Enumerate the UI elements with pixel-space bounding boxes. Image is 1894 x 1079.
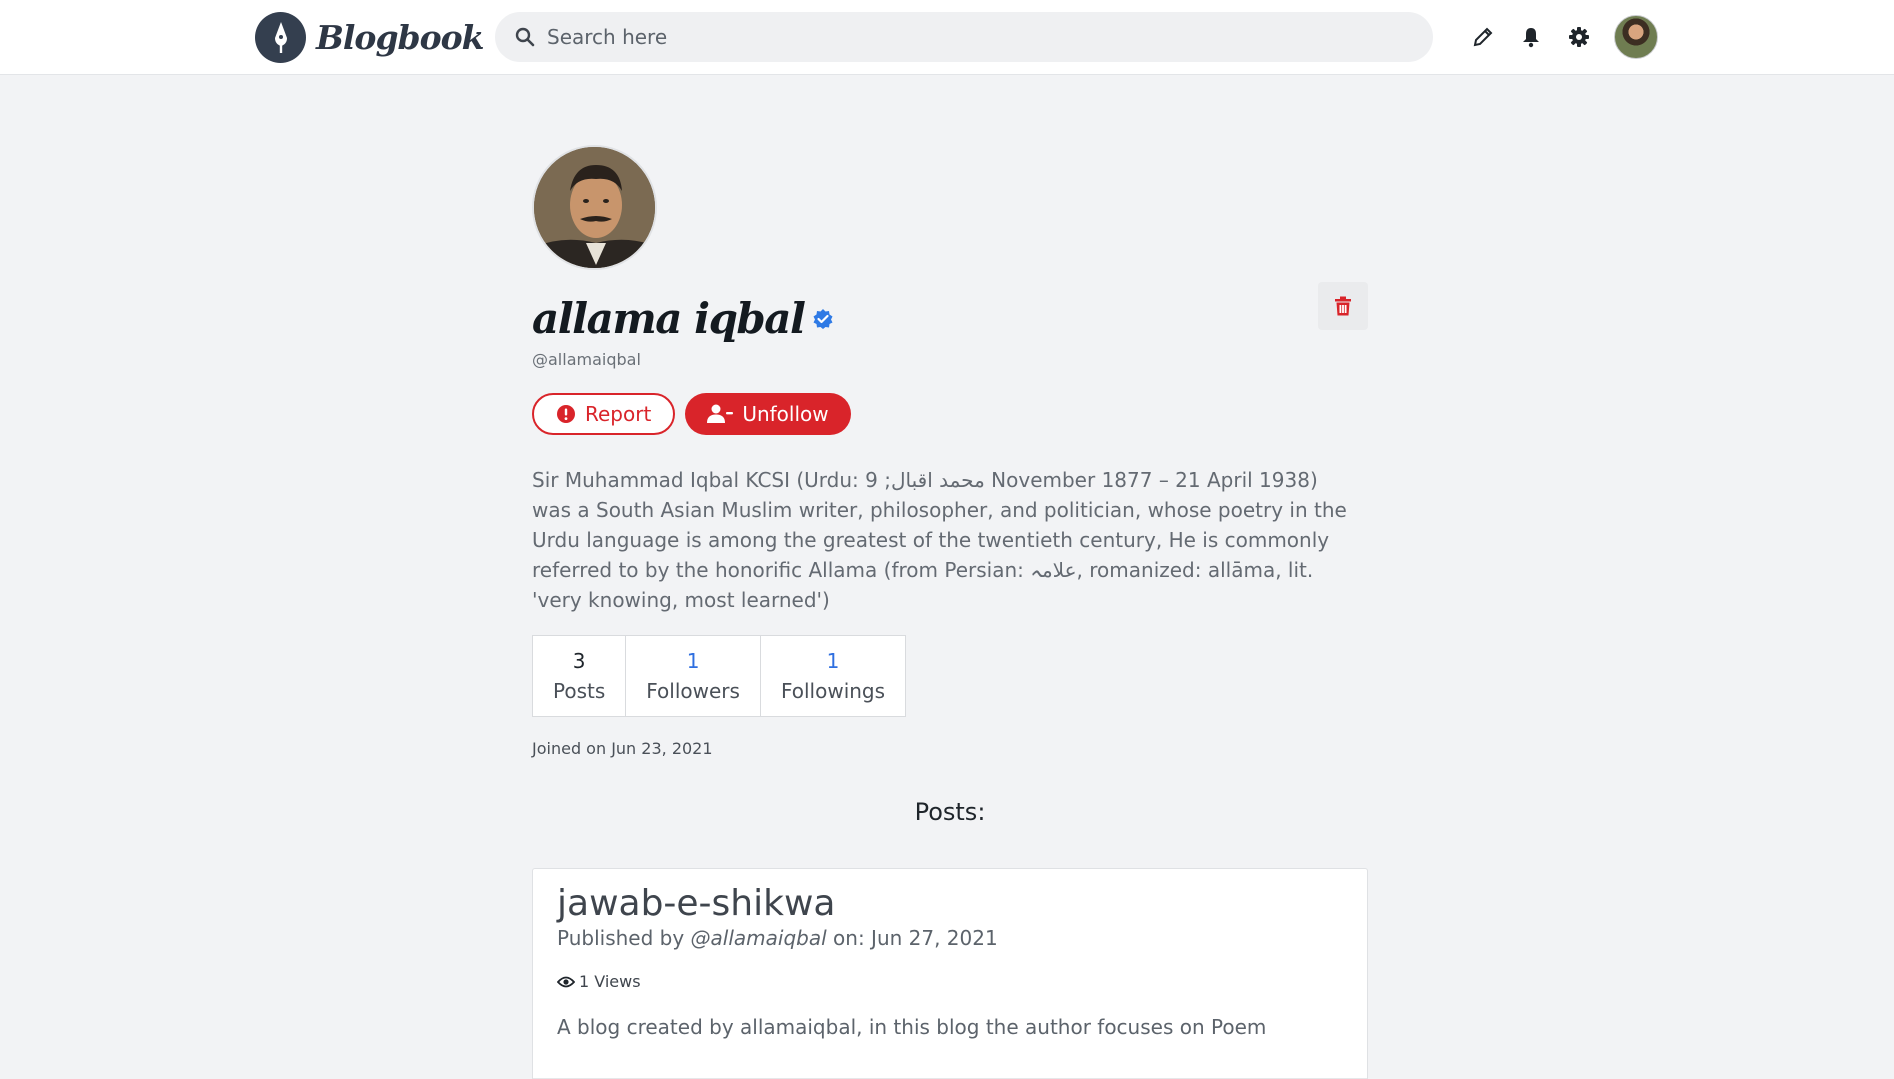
stat-followers[interactable]: 1 Followers bbox=[625, 635, 761, 717]
post-author-link[interactable]: @allamaiqbal bbox=[691, 926, 827, 950]
post-card[interactable]: jawab-e-shikwa Published by @allamaiqbal… bbox=[532, 868, 1368, 1079]
user-avatar[interactable] bbox=[1614, 15, 1658, 59]
pencil-icon[interactable] bbox=[1468, 22, 1498, 52]
report-label: Report bbox=[585, 402, 652, 426]
quill-logo-icon bbox=[255, 11, 306, 63]
post-views-count: 1 Views bbox=[579, 972, 641, 991]
stat-followings-count[interactable]: 1 bbox=[827, 649, 840, 673]
stat-followers-count[interactable]: 1 bbox=[687, 649, 700, 673]
top-navbar: Blogbook bbox=[0, 0, 1894, 75]
stat-followings[interactable]: 1 Followings bbox=[759, 635, 907, 717]
search-icon bbox=[515, 27, 535, 47]
post-description: A blog created by allamaiqbal, in this b… bbox=[557, 1015, 1267, 1039]
stat-followers-label: Followers bbox=[646, 679, 740, 703]
gear-icon[interactable] bbox=[1564, 22, 1594, 52]
alert-circle-icon bbox=[557, 405, 575, 423]
post-date: on: Jun 27, 2021 bbox=[833, 926, 998, 950]
profile-section: allama iqbal @allamaiqbal Report Unfollo… bbox=[532, 145, 1368, 826]
post-views: 1 Views bbox=[557, 972, 1343, 991]
stat-followings-label: Followings bbox=[780, 679, 886, 703]
profile-name: allama iqbal bbox=[532, 293, 806, 343]
header-actions bbox=[1468, 14, 1658, 60]
post-published-prefix: Published by bbox=[557, 926, 685, 950]
brand-name: Blogbook bbox=[316, 17, 484, 57]
brand-link[interactable]: Blogbook bbox=[255, 11, 484, 63]
eye-icon bbox=[557, 976, 575, 987]
unfollow-button[interactable]: Unfollow bbox=[685, 393, 851, 435]
search-bar[interactable] bbox=[495, 12, 1433, 62]
profile-actions: Report Unfollow bbox=[532, 393, 1368, 435]
profile-avatar bbox=[532, 145, 657, 270]
post-title[interactable]: jawab-e-shikwa bbox=[557, 883, 1343, 924]
unfollow-label: Unfollow bbox=[742, 402, 829, 426]
post-meta: Published by @allamaiqbal on: Jun 27, 20… bbox=[557, 926, 1343, 950]
name-row: allama iqbal bbox=[532, 282, 1368, 346]
profile-bio: Sir Muhammad Iqbal KCSI (Urdu: محمد اقبا… bbox=[532, 468, 1347, 612]
verified-badge-icon bbox=[813, 309, 833, 329]
search-input[interactable] bbox=[547, 25, 1407, 49]
bell-icon[interactable] bbox=[1516, 22, 1546, 52]
joined-date: Joined on Jun 23, 2021 bbox=[532, 739, 713, 758]
delete-button[interactable] bbox=[1318, 282, 1368, 330]
trash-icon bbox=[1335, 296, 1351, 316]
report-button[interactable]: Report bbox=[532, 393, 676, 435]
stat-posts-label: Posts bbox=[553, 679, 606, 703]
stat-posts-count: 3 bbox=[572, 649, 586, 673]
posts-heading: Posts: bbox=[914, 798, 986, 826]
user-minus-icon bbox=[707, 404, 734, 423]
profile-stats: 3 Posts 1 Followers 1 Followings bbox=[532, 635, 1368, 717]
stat-posts[interactable]: 3 Posts bbox=[532, 635, 627, 717]
profile-handle: @allamaiqbal bbox=[532, 350, 641, 369]
